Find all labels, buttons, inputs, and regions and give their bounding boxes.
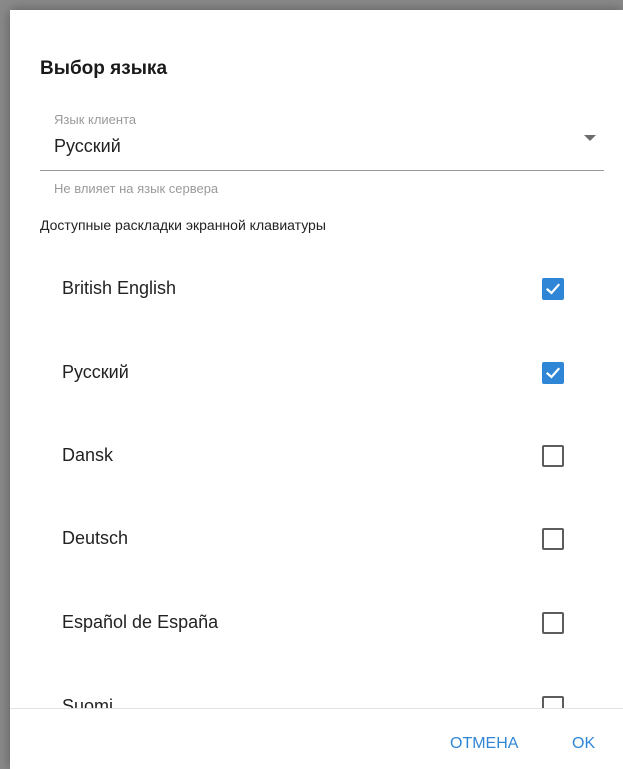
dialog-title: Выбор языка [40,58,168,79]
ok-button[interactable]: OK [572,735,595,753]
client-language-select[interactable]: Язык клиента Русский [40,108,604,171]
layout-checkbox[interactable] [542,445,564,467]
layout-item-espanol[interactable]: Español de España [10,580,623,664]
client-language-label: Язык клиента [54,112,137,127]
checkmark-icon [545,283,561,295]
layout-item-british-english[interactable]: British English [10,246,623,330]
client-language-value: Русский [54,136,121,156]
layout-label: British English [62,278,177,298]
layout-item-deutsch[interactable]: Deutsch [10,496,623,580]
layout-checkbox[interactable] [542,528,564,550]
keyboard-layouts-heading: Доступные раскладки экранной клавиатуры [40,217,326,233]
cancel-button[interactable]: ОТМЕНА [450,735,518,753]
language-dialog: Выбор языка Язык клиента Русский Не влия… [10,10,623,769]
layout-checkbox[interactable] [542,612,564,634]
layout-label: Español de España [62,612,219,632]
layout-label: Русский [62,362,129,382]
layout-label: Suomi [62,696,114,708]
client-language-helper: Не влияет на язык сервера [54,181,219,196]
layout-label: Dansk [62,445,114,465]
layout-item-dansk[interactable]: Dansk [10,413,623,497]
layout-item-russian[interactable]: Русский [10,330,623,414]
layout-checkbox[interactable] [542,696,564,708]
layout-label: Deutsch [62,528,129,548]
layout-checkbox[interactable] [542,278,564,300]
dialog-footer: ОТМЕНА OK [10,708,623,769]
layout-item-suomi[interactable]: Suomi [10,664,623,708]
layout-checkbox[interactable] [542,362,564,384]
chevron-down-icon[interactable] [584,135,596,141]
keyboard-layouts-list[interactable]: British English Русский Dansk Deutsch Es… [10,246,623,708]
checkmark-icon [545,367,561,379]
